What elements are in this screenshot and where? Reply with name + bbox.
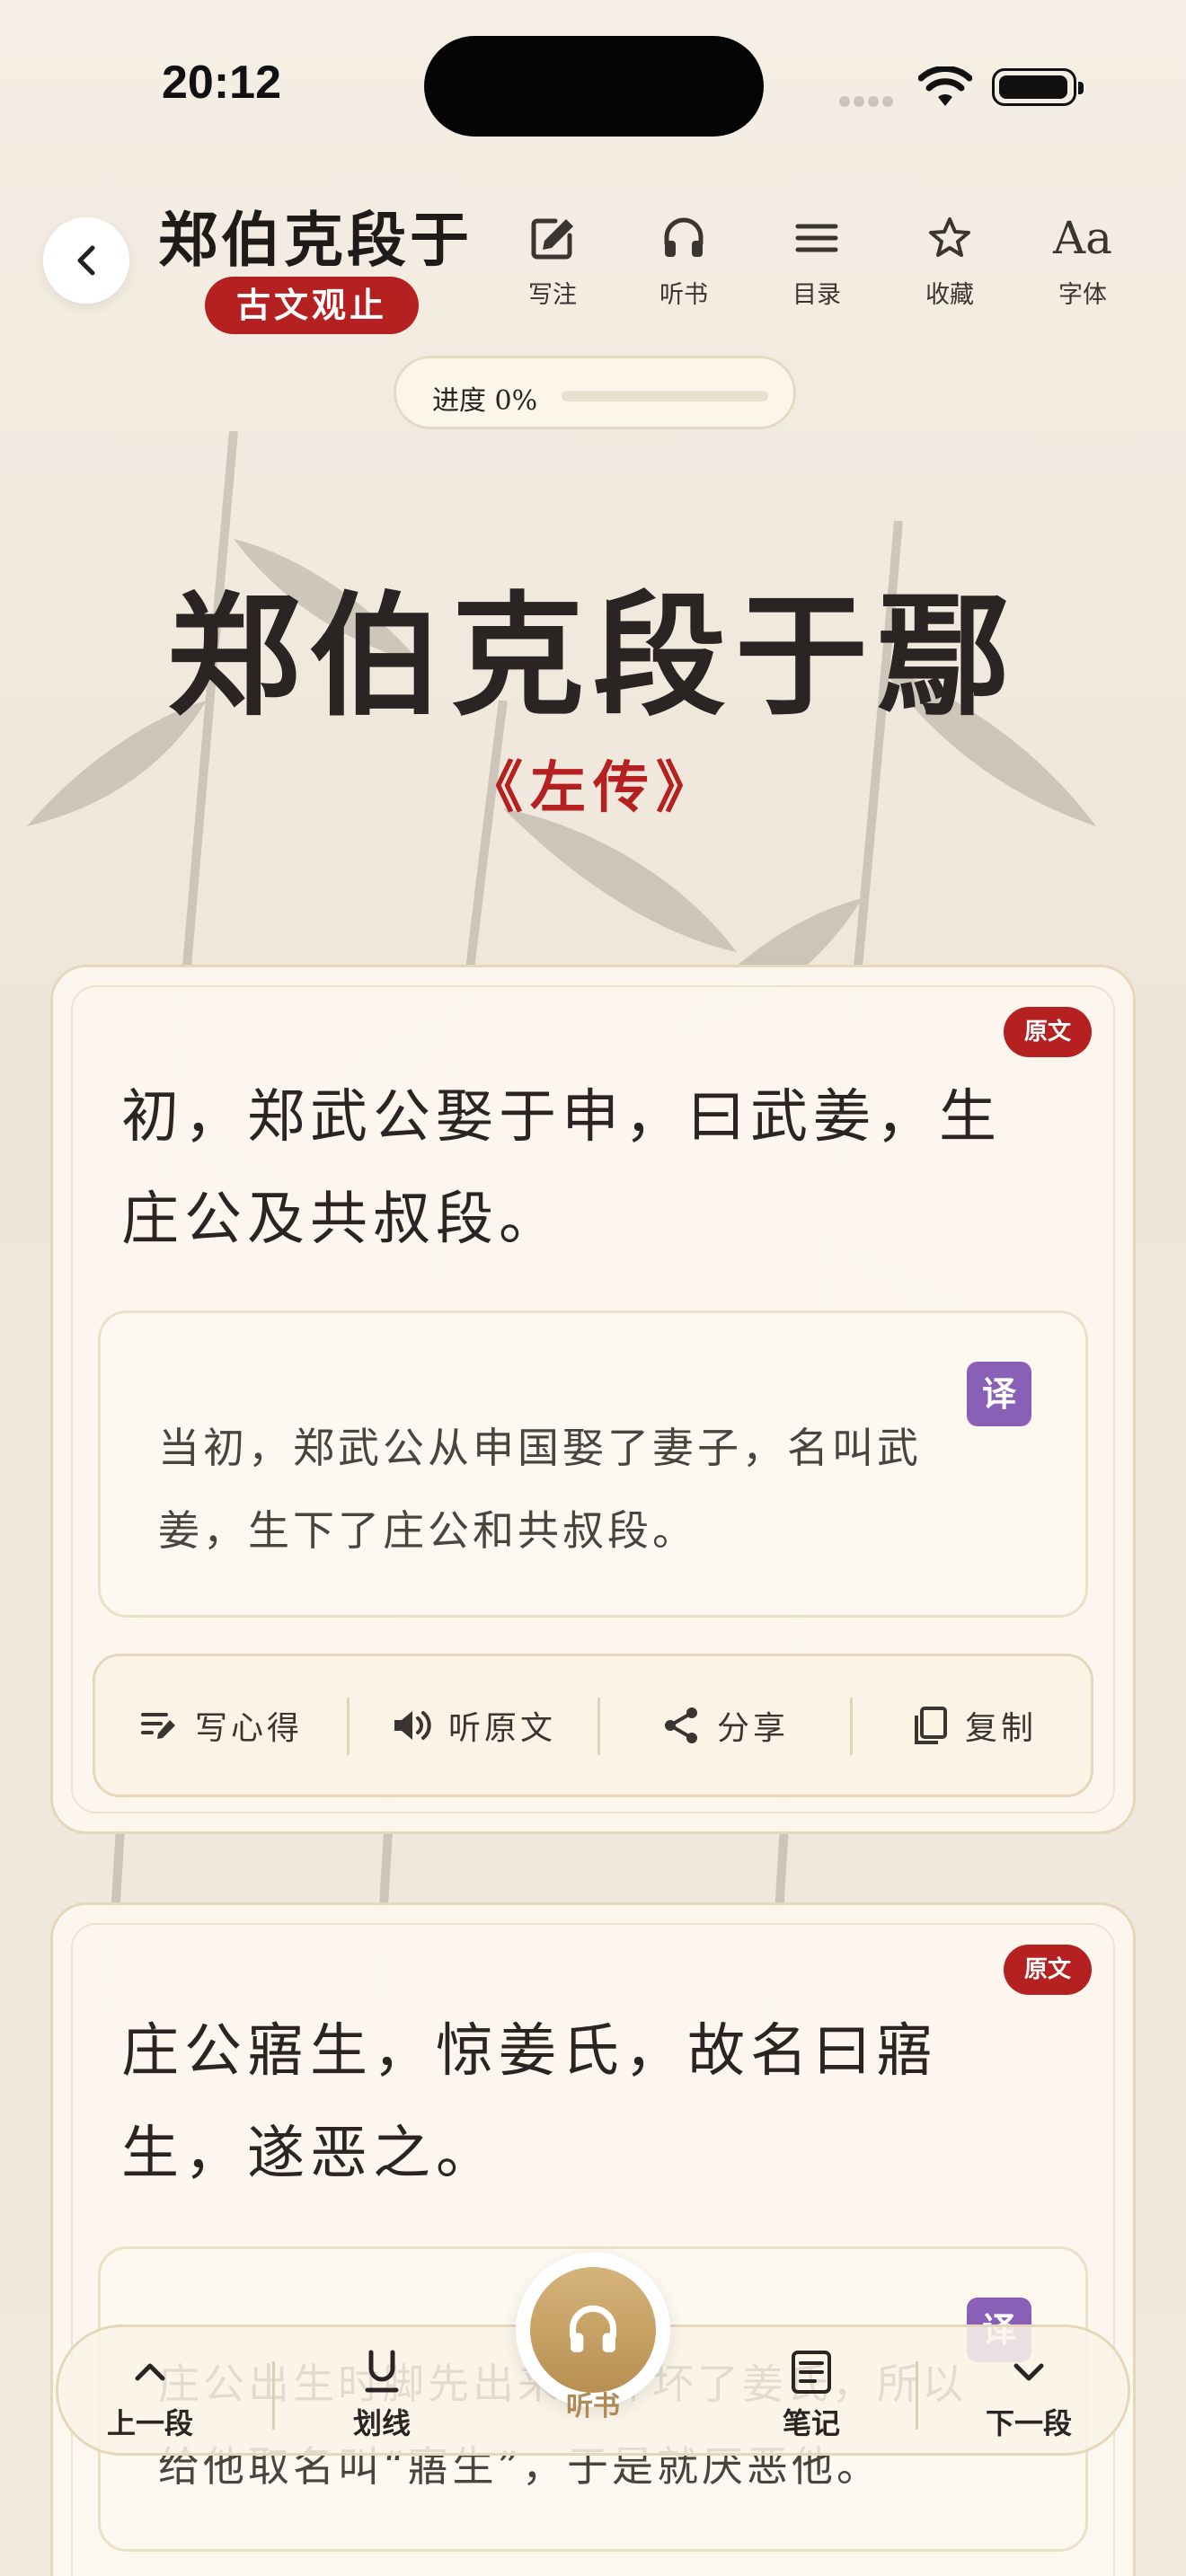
tool-listen-button[interactable]: 听书: [634, 207, 733, 310]
tool-toc-button[interactable]: 目录: [767, 207, 866, 310]
chevron-down-icon: [1013, 2363, 1044, 2381]
translation-text[interactable]: 当初，郑武公从申国娶了妻子，名叫武姜，生下了庄公和共叔段。: [158, 1407, 978, 1572]
status-time: 20:12: [162, 57, 281, 109]
action-label: 分享: [716, 1710, 789, 1747]
listen-label: 听书: [566, 2391, 620, 2422]
chevron-up-icon: [135, 2363, 165, 2381]
tool-label: 写注: [528, 281, 577, 309]
nav-label: 划线: [352, 2406, 411, 2440]
book-tag[interactable]: 古文观止: [205, 277, 419, 334]
article-title: 郑伯克段于鄢: [167, 578, 1019, 734]
paragraph-card: 原文 初，郑武公娶于申，曰武姜，生庄公及共叔段。 译 当初，郑武公从申国娶了妻子…: [50, 965, 1136, 1834]
tool-font-button[interactable]: Aa 字体: [1033, 207, 1132, 310]
nav-label: 下一段: [985, 2406, 1072, 2440]
nav-label: 上一段: [106, 2406, 193, 2440]
back-button[interactable]: [43, 217, 129, 304]
action-label: 复制: [964, 1710, 1037, 1747]
copy-button[interactable]: 复制: [853, 1656, 1095, 1795]
underline-button[interactable]: 划线: [310, 2345, 454, 2442]
paragraph-card: 原文 庄公寤生，惊姜氏，故名曰寤生，遂恶之。 译 庄公出生时脚先出来，吓坏了姜氏…: [50, 1902, 1136, 2576]
notes-icon: [792, 2351, 831, 2394]
write-note-button[interactable]: 写心得: [95, 1656, 347, 1795]
action-label: 写心得: [194, 1710, 303, 1747]
original-text[interactable]: 初，郑武公娶于申，曰武姜，生庄公及共叔段。: [121, 1066, 1061, 1271]
share-button[interactable]: 分享: [600, 1656, 850, 1795]
tool-label: 收藏: [925, 281, 974, 309]
copy-icon: [914, 1707, 947, 1744]
progress-label: 进度 0%: [432, 385, 538, 417]
underline-icon: [365, 2350, 399, 2393]
chevron-left-icon: [77, 245, 95, 276]
nav-label: 笔记: [782, 2406, 840, 2440]
headphones-icon: [569, 2305, 617, 2352]
battery-icon: [992, 68, 1084, 106]
speaker-icon: [394, 1711, 431, 1740]
header-toolbar: 写注 听书 目录 收藏 Aa 字体: [503, 207, 1150, 314]
wifi-icon: [918, 66, 972, 106]
action-label: 听原文: [447, 1710, 556, 1747]
font-icon: Aa: [1053, 212, 1112, 264]
menu-icon: [795, 224, 838, 252]
status-bar: 20:12: [0, 0, 1186, 171]
tool-label: 字体: [1058, 281, 1107, 309]
dynamic-island: [424, 36, 764, 137]
cellular-signal-icon: [839, 93, 906, 107]
write-note-icon: [140, 1713, 175, 1739]
original-badge: 原文: [1004, 1945, 1092, 1995]
notes-button[interactable]: 笔记: [739, 2345, 883, 2442]
translation-box: 译 当初，郑武公从申国娶了妻子，名叫武姜，生下了庄公和共叔段。: [98, 1310, 1088, 1618]
tool-annotate-button[interactable]: 写注: [503, 207, 602, 310]
original-badge: 原文: [1004, 1007, 1092, 1057]
header-title: 郑伯克段于: [158, 205, 473, 275]
article-source: 《左传》: [466, 754, 719, 820]
edit-icon: [531, 218, 573, 260]
headphones-icon: [664, 217, 704, 257]
next-paragraph-button[interactable]: 下一段: [957, 2345, 1101, 2442]
prev-paragraph-button[interactable]: 上一段: [78, 2345, 222, 2442]
star-icon: [929, 217, 970, 257]
original-text[interactable]: 庄公寤生，惊姜氏，故名曰寤生，遂恶之。: [121, 2000, 1061, 2205]
listen-original-button[interactable]: 听原文: [350, 1656, 597, 1795]
share-icon: [664, 1707, 697, 1743]
reading-progress: 进度 0%: [394, 356, 796, 429]
progress-bar: [562, 391, 768, 401]
tool-label: 目录: [792, 281, 841, 309]
tool-label: 听书: [659, 281, 708, 309]
tool-favorite-button[interactable]: 收藏: [900, 207, 999, 310]
paragraph-actions: 写心得 听原文 分享 复制: [93, 1654, 1093, 1797]
